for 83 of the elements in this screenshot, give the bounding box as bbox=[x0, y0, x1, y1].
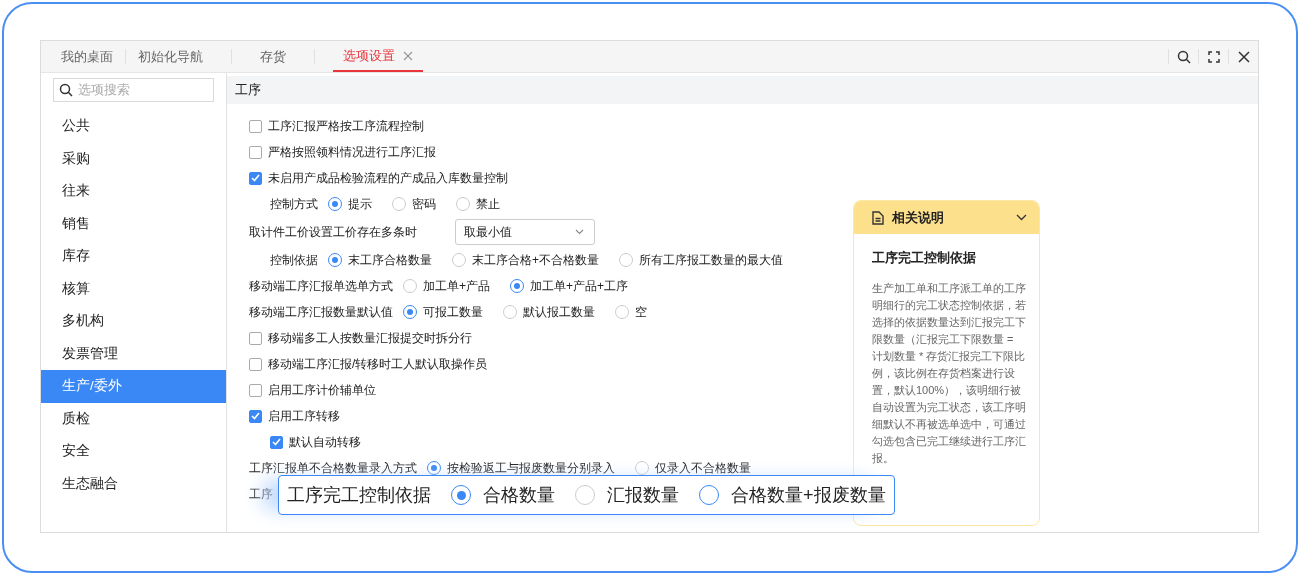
radio-button[interactable] bbox=[403, 279, 417, 293]
sidebar-item[interactable]: 安全 bbox=[41, 435, 226, 468]
option-label: 提示 bbox=[348, 196, 372, 213]
radio-button[interactable] bbox=[456, 197, 470, 211]
option-label: 末工序合格+不合格数量 bbox=[472, 252, 599, 269]
document-icon bbox=[872, 210, 884, 225]
sidebar-item[interactable]: 公共 bbox=[41, 110, 226, 143]
caret-icon bbox=[575, 229, 584, 235]
checkbox[interactable] bbox=[249, 409, 262, 423]
option-label: 默认自动转移 bbox=[289, 434, 361, 451]
option-label: 启用工序计价辅单位 bbox=[268, 382, 376, 399]
sidebar-item[interactable]: 多机构 bbox=[41, 305, 226, 338]
option-label: 移动端多工人按数量汇报提交时拆分行 bbox=[268, 330, 472, 347]
sidebar-item[interactable]: 生态融合 bbox=[41, 467, 226, 500]
option-label: 末工序合格数量 bbox=[348, 252, 432, 269]
option-label: 移动端工序汇报单选单方式 bbox=[249, 278, 393, 295]
option-label: 加工单+产品 bbox=[423, 278, 490, 295]
radio-button[interactable] bbox=[392, 197, 406, 211]
search-icon bbox=[1176, 49, 1191, 64]
checkbox[interactable] bbox=[270, 435, 283, 449]
option-label: 移动端工序汇报数量默认值 bbox=[249, 304, 393, 321]
radio-button[interactable] bbox=[328, 197, 342, 211]
option-label: 启用工序转移 bbox=[268, 408, 340, 425]
tab[interactable]: 存货 bbox=[250, 41, 296, 72]
option-label: 移动端工序汇报/转移时工人默认取操作员 bbox=[268, 356, 488, 373]
radio-button[interactable] bbox=[635, 461, 649, 475]
option-label: 取计件工价设置工价存在多条时 bbox=[249, 224, 417, 241]
radio-button[interactable] bbox=[503, 305, 517, 319]
note-title: 相关说明 bbox=[892, 208, 944, 227]
option-label: 工序汇报严格按工序流程控制 bbox=[268, 118, 424, 135]
option-label: 合格数量 bbox=[483, 483, 555, 507]
search-field[interactable]: 选项搜索 bbox=[53, 78, 214, 102]
checkbox[interactable] bbox=[249, 383, 262, 397]
radio-button[interactable] bbox=[427, 461, 441, 475]
radio-button[interactable] bbox=[328, 253, 342, 267]
radio-button[interactable] bbox=[615, 305, 629, 319]
option-label: 空 bbox=[635, 304, 647, 321]
sidebar-item[interactable]: 销售 bbox=[41, 207, 226, 240]
callout-label: 工序完工控制依据 bbox=[287, 483, 431, 507]
chevron-icon bbox=[1016, 214, 1027, 221]
tab[interactable]: 初始化导航 bbox=[128, 41, 213, 72]
option-label: 工序汇报单不合格数量录入方式 bbox=[249, 460, 417, 477]
checkbox[interactable] bbox=[249, 119, 262, 133]
checkbox[interactable] bbox=[249, 145, 262, 159]
dropdown[interactable]: 取最小值 bbox=[455, 219, 595, 245]
radio-button[interactable] bbox=[452, 253, 466, 267]
option-label: 仅录入不合格数量 bbox=[655, 460, 751, 477]
option-label: 默认报工数量 bbox=[523, 304, 595, 321]
option-label: 按检验返工与报废数量分别录入 bbox=[447, 460, 615, 477]
sidebar-item[interactable]: 发票管理 bbox=[41, 337, 226, 370]
option-label: 控制依据 bbox=[270, 252, 318, 269]
option-label: 密码 bbox=[412, 196, 436, 213]
option-label: 工序 bbox=[249, 486, 273, 503]
sidebar-item[interactable]: 采购 bbox=[41, 142, 226, 175]
option-label: 所有工序报工数量的最大值 bbox=[639, 252, 783, 269]
sidebar-item[interactable]: 库存 bbox=[41, 240, 226, 273]
tab[interactable]: 我的桌面 bbox=[51, 41, 123, 72]
tab[interactable]: 选项设置 bbox=[333, 41, 423, 72]
option-label: 可报工数量 bbox=[423, 304, 483, 321]
checkbox[interactable] bbox=[249, 357, 262, 371]
close-icon bbox=[1237, 50, 1250, 63]
section-title: 工序 bbox=[235, 81, 261, 100]
sidebar-item[interactable]: 质检 bbox=[41, 402, 226, 435]
radio-button[interactable] bbox=[510, 279, 524, 293]
search-icon bbox=[59, 83, 73, 97]
option-label: 控制方式 bbox=[270, 196, 318, 213]
note-text: 生产加工单和工序派工单的工序明细行的完工状态控制依据，若选择的依据数量达到汇报完工下限数量（汇报完工下限数量 = 计划数量 * 存货汇报完工下限比例，该比例在存货档案进行设置，默认100%），该明细行被自动设置为完工状态，该工序明细默认不再被选单选中，可通过勾选包含已完工继续进行工序汇报。 bbox=[872, 280, 1027, 466]
option-label: 汇报数量 bbox=[607, 483, 679, 507]
note-header[interactable]: 相关说明 bbox=[854, 201, 1039, 234]
option-label: 未启用产成品检验流程的产成品入库数量控制 bbox=[268, 170, 508, 187]
option-label: 严格按照领料情况进行工序汇报 bbox=[268, 144, 436, 161]
checkbox[interactable] bbox=[249, 331, 262, 345]
radio-button[interactable] bbox=[619, 253, 633, 267]
checkbox[interactable] bbox=[249, 171, 262, 185]
option-label: 合格数量+报废数量 bbox=[731, 483, 886, 507]
option-label: 加工单+产品+工序 bbox=[530, 278, 629, 295]
close-icon[interactable] bbox=[403, 50, 413, 61]
sidebar-item[interactable]: 往来 bbox=[41, 175, 226, 208]
note-heading: 工序完工控制依据 bbox=[872, 249, 977, 267]
radio-button[interactable] bbox=[403, 305, 417, 319]
option-label: 禁止 bbox=[476, 196, 500, 213]
sidebar-item[interactable]: 核算 bbox=[41, 272, 226, 305]
fullscreen-icon bbox=[1207, 50, 1220, 63]
